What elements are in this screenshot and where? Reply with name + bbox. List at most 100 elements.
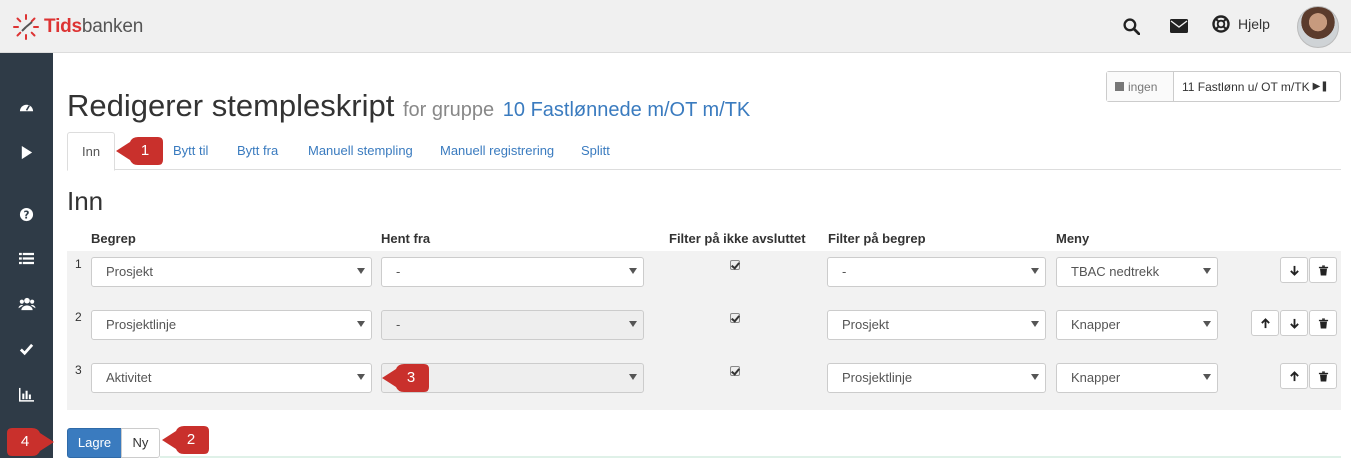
section-title: Inn [67,186,104,216]
begrep-value: Prosjektlinje [106,317,177,332]
move-down-button[interactable] [1280,257,1308,283]
callout-number: 2 [186,431,196,448]
list-icon[interactable] [0,240,53,276]
hent-fra-select: - [381,310,644,340]
no-group-button[interactable]: ingen [1107,72,1174,101]
arrow-down-icon [1289,318,1299,329]
tab-manuell-registrering[interactable]: Manuell registrering [426,132,568,170]
begrep-value: Aktivitet [106,370,152,385]
begrep-value: Prosjekt [106,264,153,279]
users-icon[interactable] [0,285,53,321]
group-navigation: ingen 11 Fastlønn u/ OT m/TK ▶❚ [1106,71,1341,102]
bar-chart-icon[interactable] [0,376,53,412]
arrow-up-icon [1289,370,1299,381]
sidebar: ? [0,53,53,458]
column-header-begrep: Begrep [91,231,136,246]
column-header-hent-fra: Hent fra [381,231,431,246]
callout-badge: 4 [6,427,54,457]
begrep-select[interactable]: Aktivitet [91,363,372,393]
begrep-select[interactable]: Prosjekt [91,257,372,287]
svg-text:?: ? [24,209,30,221]
table-row: 1 Prosjekt - - TBAC nedtrekk [67,251,1341,304]
filter-ikke-avsluttet-checkbox[interactable] [730,260,740,270]
page-title-text: Redigerer stempleskript [67,88,395,123]
page-title: Redigerer stempleskript for gruppe 10 Fa… [67,88,750,124]
table-row: 2 Prosjektlinje - Prosjekt Knapper [67,304,1341,357]
row-number: 2 [75,310,82,324]
hent-fra-value: - [396,264,401,279]
delete-button[interactable] [1309,363,1337,389]
top-bar: Tidsbanken Hjelp [0,0,1351,53]
filter-begrep-value: - [842,264,847,279]
meny-value: Knapper [1071,370,1121,385]
dashboard-icon[interactable] [0,89,53,125]
check-icon[interactable] [0,331,53,367]
play-icon[interactable] [0,134,53,170]
group-name-link[interactable]: 10 Fastlønnede m/OT m/TK [503,99,751,121]
filter-begrep-value: Prosjektlinje [842,370,913,385]
callout-number: 1 [140,142,150,159]
help-label: Hjelp [1238,16,1270,32]
next-group-button[interactable]: 11 Fastlønn u/ OT m/TK ▶❚ [1174,72,1340,101]
no-group-label: ingen [1128,79,1158,94]
filter-ikke-avsluttet-checkbox[interactable] [730,366,740,376]
filter-begrep-select[interactable]: - [827,257,1046,287]
meny-value: TBAC nedtrekk [1071,264,1160,279]
meny-select[interactable]: Knapper [1056,310,1218,340]
callout-number: 3 [406,369,416,386]
meny-select[interactable]: TBAC nedtrekk [1056,257,1218,287]
search-icon[interactable] [1119,14,1143,38]
meny-value: Knapper [1071,317,1121,332]
save-button[interactable]: Lagre [67,428,122,458]
callout-number: 4 [20,433,30,450]
chevron-down-icon [357,268,365,274]
arrow-up-icon [1260,317,1270,328]
callout-badge: 3 [382,363,430,393]
script-tabs: Inn Bytt til Bytt fra Manuell stempling … [67,132,1341,171]
new-button[interactable]: Ny [121,428,160,458]
tab-inn[interactable]: Inn [67,132,116,171]
user-avatar[interactable] [1297,6,1339,48]
stop-icon [1115,82,1124,91]
logo[interactable]: Tidsbanken [12,12,143,42]
chevron-down-icon [1031,321,1039,327]
filter-begrep-select[interactable]: Prosjektlinje [827,363,1046,393]
trash-icon [1318,317,1328,329]
chevron-down-icon [357,321,365,327]
begrep-select[interactable]: Prosjektlinje [91,310,372,340]
trash-icon [1318,370,1328,382]
arrow-down-icon [1289,265,1299,276]
filter-ikke-avsluttet-checkbox[interactable] [730,313,740,323]
move-up-button[interactable] [1251,310,1279,336]
clock-logo-icon [13,14,39,40]
hent-fra-value: - [396,317,401,332]
move-down-button[interactable] [1280,310,1308,336]
column-header-meny: Meny [1056,231,1090,246]
filter-begrep-select[interactable]: Prosjekt [827,310,1046,340]
delete-button[interactable] [1309,257,1337,283]
chevron-down-icon [629,268,637,274]
chevron-down-icon [1203,374,1211,380]
delete-button[interactable] [1309,310,1337,336]
help-link[interactable]: Hjelp [1212,15,1270,33]
tab-bytt-fra[interactable]: Bytt fra [223,132,292,170]
meny-select[interactable]: Knapper [1056,363,1218,393]
chevron-down-icon [1031,374,1039,380]
tab-splitt[interactable]: Splitt [567,132,624,170]
tab-bytt-til[interactable]: Bytt til [159,132,222,170]
move-up-button[interactable] [1280,363,1308,389]
brand-name: Tidsbanken [44,16,144,37]
hent-fra-select[interactable]: - [381,257,644,287]
chevron-down-icon [629,321,637,327]
callout-badge: 1 [116,136,164,166]
page-subtitle-prefix: for gruppe [402,99,495,121]
lifebuoy-icon [1212,15,1230,33]
help-icon[interactable]: ? [0,196,53,232]
column-header-filter-begrep: Filter på begrep [828,231,926,246]
envelope-icon[interactable] [1167,14,1191,38]
chevron-down-icon [1203,321,1211,327]
row-number: 1 [75,257,82,271]
column-header-filter-ikke-avsluttet: Filter på ikke avsluttet [669,231,806,246]
table-row: 3 Aktivitet Prosjektlinje Knapper [67,357,1341,410]
tab-manuell-stempling[interactable]: Manuell stempling [294,132,427,170]
